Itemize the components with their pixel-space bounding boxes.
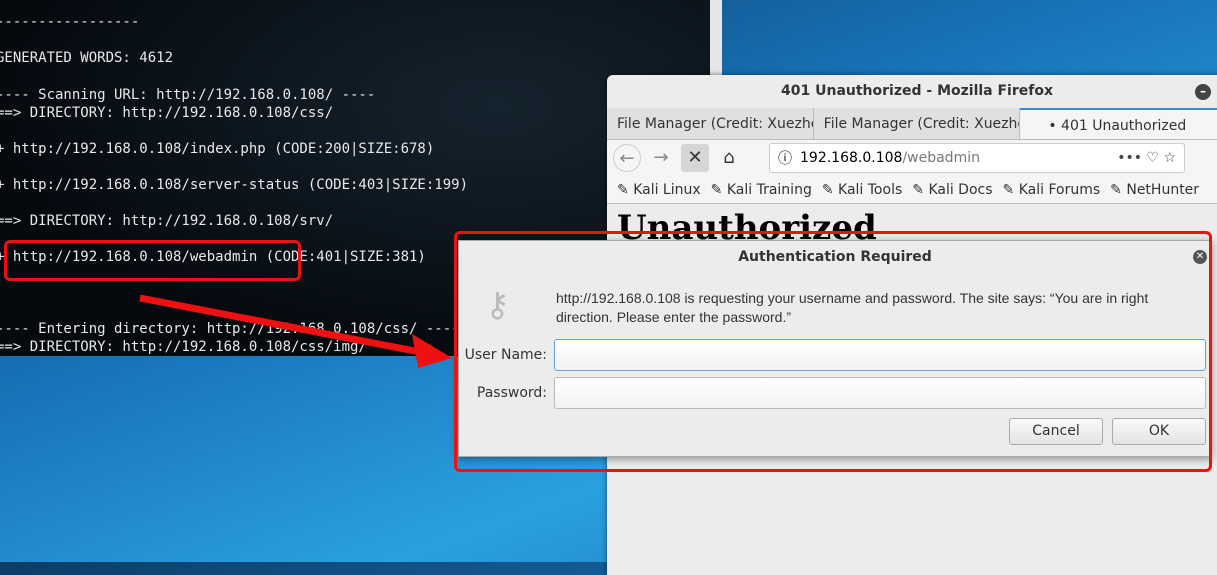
arrow-head <box>412 334 452 368</box>
annotation-arrow <box>139 294 452 368</box>
arrow-shaft <box>139 294 421 356</box>
